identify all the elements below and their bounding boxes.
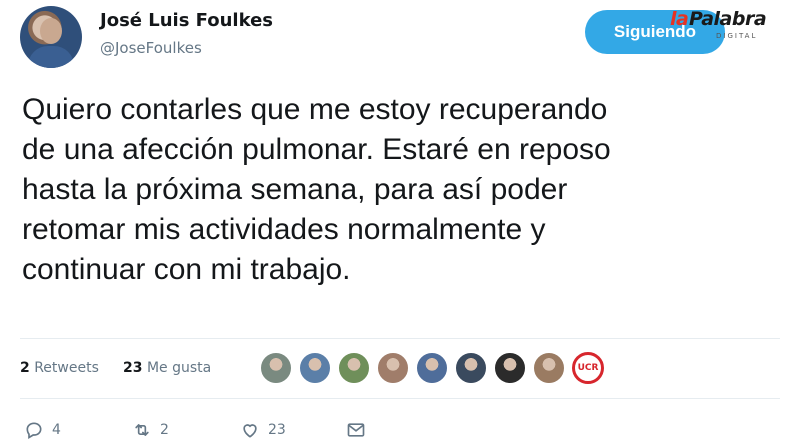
direct-message-button[interactable] <box>346 418 366 442</box>
tweet-line: retomar mis actividades normalmente y <box>22 213 546 246</box>
likes-label: Me gusta <box>146 360 212 376</box>
author-handle[interactable]: @JoseFoulkes <box>100 39 202 57</box>
envelope-icon <box>347 423 365 437</box>
la-palabra-logo: la Palabra DIGITAL <box>670 8 780 42</box>
liker-avatar[interactable] <box>299 352 331 384</box>
liker-avatar[interactable] <box>494 352 526 384</box>
retweets-stat[interactable]: 2 Retweets <box>20 360 99 376</box>
liker-avatar[interactable] <box>377 352 409 384</box>
tweet-line: Quiero contarles que me estoy recuperand… <box>22 93 608 126</box>
reply-count: 4 <box>52 422 61 438</box>
logo-palabra: Palabra <box>689 8 767 30</box>
logo-digital: DIGITAL <box>716 32 758 40</box>
tweet-actions: 4 2 23 <box>24 418 424 442</box>
tweet-line: continuar con mi trabajo. <box>22 253 351 286</box>
likes-stat[interactable]: 23 Me gusta <box>123 360 211 376</box>
retweet-button[interactable]: 2 <box>132 418 169 442</box>
author-name[interactable]: José Luis Foulkes <box>100 10 273 31</box>
logo-la: la <box>670 8 689 30</box>
like-count: 23 <box>268 422 286 438</box>
divider <box>20 398 780 399</box>
liker-avatar[interactable] <box>260 352 292 384</box>
liker-avatar-ucr[interactable]: UCR <box>572 352 604 384</box>
liker-avatar[interactable] <box>533 352 565 384</box>
tweet-stats: 2 Retweets 23 Me gusta UCR <box>20 352 780 386</box>
tweet-text: Quiero contarles que me estoy recuperand… <box>22 90 782 290</box>
tweet-line: de una afección pulmonar. Estaré en repo… <box>22 133 611 166</box>
ucr-label: UCR <box>577 363 599 373</box>
retweets-label: Retweets <box>34 360 99 376</box>
avatar-face <box>40 18 62 44</box>
heart-icon <box>243 424 257 438</box>
tweet-line: hasta la próxima semana, para así poder <box>22 173 568 206</box>
retweets-count: 2 <box>20 360 30 376</box>
avatar[interactable] <box>20 6 82 68</box>
avatar-shirt <box>28 46 74 68</box>
liker-avatar[interactable] <box>455 352 487 384</box>
retweet-icon <box>135 424 149 436</box>
likes-count: 23 <box>123 360 143 376</box>
tweet: José Luis Foulkes @JoseFoulkes Siguiendo… <box>0 0 800 444</box>
liker-avatar[interactable] <box>338 352 370 384</box>
like-button[interactable]: 23 <box>240 418 286 442</box>
liker-avatar[interactable] <box>416 352 448 384</box>
reply-icon <box>26 422 42 439</box>
retweet-count: 2 <box>160 422 169 438</box>
reply-button[interactable]: 4 <box>24 418 61 442</box>
divider <box>20 338 780 339</box>
